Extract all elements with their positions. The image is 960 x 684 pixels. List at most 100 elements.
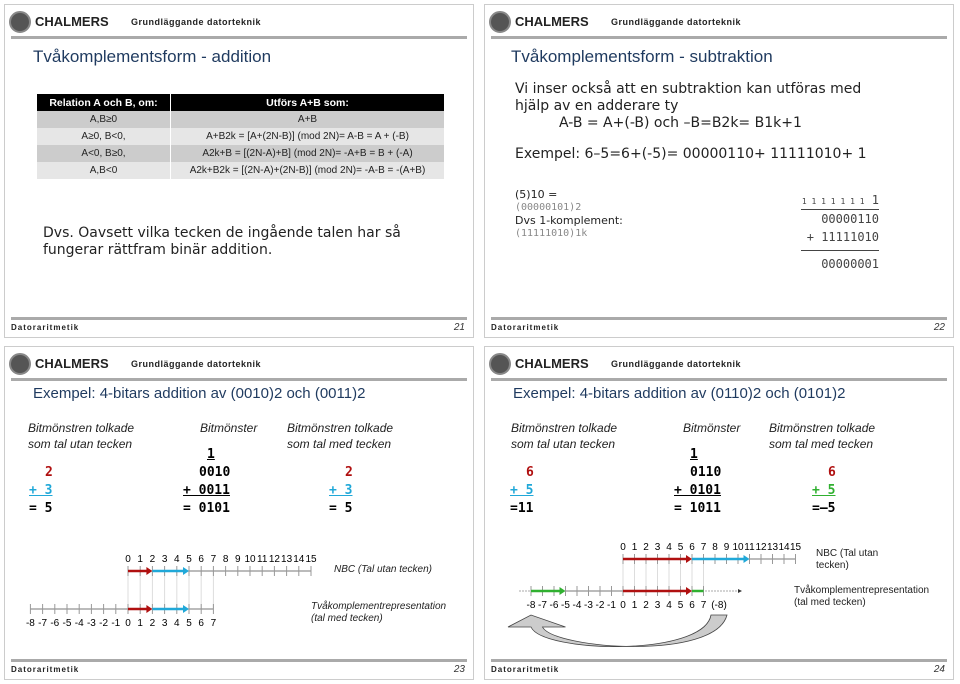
twos-label: Tvåkomplementrepresentation (tal med teck… — [794, 585, 930, 608]
arrow-head-icon — [146, 605, 153, 613]
twos-tick-label: 6 — [198, 618, 204, 629]
complement-notes: (5)10 = (00000101)2 Dvs 1-komplement: (1… — [515, 188, 623, 239]
twos-tick-label: 6 — [689, 600, 695, 611]
arrow-head-icon — [686, 555, 692, 563]
arrow-head-icon — [183, 567, 189, 575]
twos-tick-label: 3 — [655, 600, 661, 611]
nbc-tick-label: 1 — [632, 542, 638, 553]
slide-24: CHALMERS Grundläggande datorteknik Exemp… — [484, 346, 954, 680]
nbc-tick-label: 14 — [778, 542, 790, 553]
arrow-head-icon — [743, 555, 750, 563]
twos-tick-label: 5 — [186, 618, 192, 629]
twos-tick-label: -7 — [538, 600, 547, 611]
footer-divider — [491, 659, 947, 662]
chalmers-logo — [489, 11, 511, 33]
twos-tick-label: 3 — [162, 618, 168, 629]
nbc-tick-label: 4 — [666, 542, 672, 553]
twos-tick-label: -4 — [75, 618, 84, 629]
twos-tick-label: 0 — [125, 618, 131, 629]
twos-tick-label: -8 — [26, 618, 35, 629]
footer-divider — [11, 317, 467, 320]
twos-tick-label: -1 — [111, 618, 120, 629]
table-row: A,B≥0 A+B — [37, 111, 445, 128]
nbc-tick-label: 0 — [620, 542, 626, 553]
arrow-head-icon — [146, 567, 153, 575]
page-number: 23 — [453, 664, 465, 675]
nbc-tick-label: 9 — [235, 554, 241, 565]
twos-tick-label: 1 — [632, 600, 638, 611]
page-number: 21 — [453, 322, 465, 333]
course-name: Grundläggande datorteknik — [131, 17, 262, 27]
arrow-head-icon — [183, 605, 189, 613]
twos-tick-label: 2 — [643, 600, 649, 611]
body-text: Vi inser också att en subtraktion kan ut… — [515, 81, 867, 162]
nbc-tick-label: 10 — [244, 554, 256, 565]
slide-22: CHALMERS Grundläggande datorteknik Tvåko… — [484, 4, 954, 338]
nbc-tick-label: 14 — [293, 554, 305, 565]
nbc-tick-label: 8 — [712, 542, 718, 553]
twos-tick-label: 5 — [678, 600, 684, 611]
nbc-tick-label: 15 — [790, 542, 802, 553]
wraparound-arrow-icon — [507, 614, 728, 647]
twos-tick-label: 2 — [150, 618, 156, 629]
nbc-tick-label: 10 — [732, 542, 744, 553]
table-row: A,B<0 A2k+B2k = [(2N-A)+(2N-B)] (mod 2N)=… — [37, 162, 445, 179]
footer-label: Datoraritmetik — [11, 323, 80, 332]
twos-tick-label: -4 — [573, 600, 582, 611]
nbc-tick-label: 5 — [678, 542, 684, 553]
slide-23: CHALMERS Grundläggande datorteknik Exemp… — [4, 346, 474, 680]
table-header: Utförs A+B som: — [170, 94, 445, 111]
header-divider — [491, 36, 947, 39]
table-row: A<0, B≥0, A2k+B = [(2N-A)+B] (mod 2N)= -A… — [37, 145, 445, 162]
twos-tick-label: -5 — [561, 600, 570, 611]
twos-tick-label: -1 — [607, 600, 616, 611]
relation-table: Relation A och B, om: Utförs A+B som: A,B… — [37, 94, 445, 179]
arrow-head-icon — [738, 589, 742, 593]
twos-tick-label: 4 — [174, 618, 180, 629]
twos-tick-label: -6 — [50, 618, 59, 629]
arrow-head-icon — [559, 587, 566, 595]
nbc-tick-label: 7 — [701, 542, 707, 553]
nbc-tick-label: 4 — [174, 554, 180, 565]
nbc-tick-label: 7 — [211, 554, 217, 565]
chalmers-logo — [9, 11, 31, 33]
arrow-head-icon — [686, 587, 692, 595]
nbc-tick-label: 12 — [269, 554, 281, 565]
number-line-diagram: 0 1 2 3 4 5 6 7 8 9 10 11 12 13 14 15-8 -7 -6 -5 -4 -3 -2 -1 0 1… — [507, 542, 802, 647]
twos-label: Tvåkomplementrepresentation (tal med teck… — [311, 601, 447, 624]
nbc-tick-label: 15 — [305, 554, 317, 565]
twos-tick-label: -2 — [99, 618, 108, 629]
footer-divider — [491, 317, 947, 320]
nbc-tick-label: 11 — [257, 554, 268, 565]
footer-label: Datoraritmetik — [11, 665, 80, 674]
nbc-tick-label: 3 — [655, 542, 661, 553]
twos-tick-label: 4 — [666, 600, 672, 611]
table-row: A≥0, B<0, A+B2k = [A+(2N-B)] (mod 2N)= A-… — [37, 128, 445, 145]
nbc-tick-label: 12 — [755, 542, 767, 553]
slide-21: CHALMERS Grundläggande datorteknik Tvåko… — [4, 4, 474, 338]
note-text: Dvs. Oavsett vilka tecken de ingående ta… — [43, 225, 401, 258]
nbc-tick-label: 9 — [724, 542, 730, 553]
nbc-tick-label: 5 — [186, 554, 192, 565]
twos-tick-label: -3 — [584, 600, 593, 611]
nbc-tick-label: 2 — [643, 542, 649, 553]
page-number: 22 — [933, 322, 945, 333]
nbc-tick-label: 3 — [162, 554, 168, 565]
twos-tick-label: -3 — [87, 618, 96, 629]
nbc-tick-label: 11 — [744, 542, 755, 553]
table-header: Relation A och B, om: — [37, 94, 171, 111]
twos-tick-label: -6 — [550, 600, 559, 611]
footer-label: Datoraritmetik — [491, 665, 560, 674]
twos-tick-label: -8 — [527, 600, 536, 611]
twos-tick-label: 7 — [211, 618, 217, 629]
nbc-tick-label: 6 — [198, 554, 204, 565]
nbc-label: NBC (Tal utan tecken) — [816, 548, 879, 571]
twos-tick-label: 7 — [701, 600, 707, 611]
binary-sum: 1 1 1 1 1 1 1 1 00000110 + 11111010 0000… — [801, 193, 879, 271]
brand: CHALMERS — [35, 14, 109, 29]
nbc-tick-label: 2 — [150, 554, 156, 565]
nbc-label: NBC (Tal utan tecken) — [334, 564, 433, 575]
twos-tick-label: (-8) — [711, 600, 727, 611]
nbc-tick-label: 6 — [689, 542, 695, 553]
header-divider — [11, 36, 467, 39]
